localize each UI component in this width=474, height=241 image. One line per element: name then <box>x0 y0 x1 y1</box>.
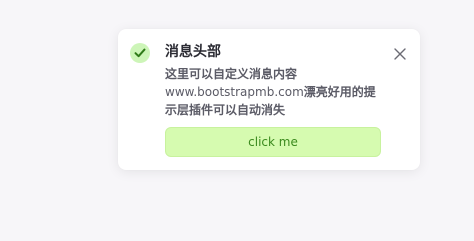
message-line-2: www.bootstrapmb.com漂亮好用的提 <box>165 83 383 101</box>
check-icon <box>134 48 146 58</box>
toast-message: 这里可以自定义消息内容 www.bootstrapmb.com漂亮好用的提 示层… <box>165 65 383 119</box>
close-button[interactable] <box>390 44 410 64</box>
message-line-3: 示层插件可以自动消失 <box>165 103 286 117</box>
success-badge <box>130 43 150 63</box>
page-background: 消息头部 这里可以自定义消息内容 www.bootstrapmb.com漂亮好用… <box>0 0 474 241</box>
close-icon <box>394 48 406 60</box>
message-line-2-tail: 漂亮好用的提 <box>303 85 376 99</box>
click-me-button[interactable]: click me <box>165 127 381 157</box>
message-line-1: 这里可以自定义消息内容 <box>165 67 298 81</box>
toast-title: 消息头部 <box>165 44 221 60</box>
toast-notification: 消息头部 这里可以自定义消息内容 www.bootstrapmb.com漂亮好用… <box>118 29 420 170</box>
message-url: www.bootstrapmb.com <box>165 85 304 99</box>
